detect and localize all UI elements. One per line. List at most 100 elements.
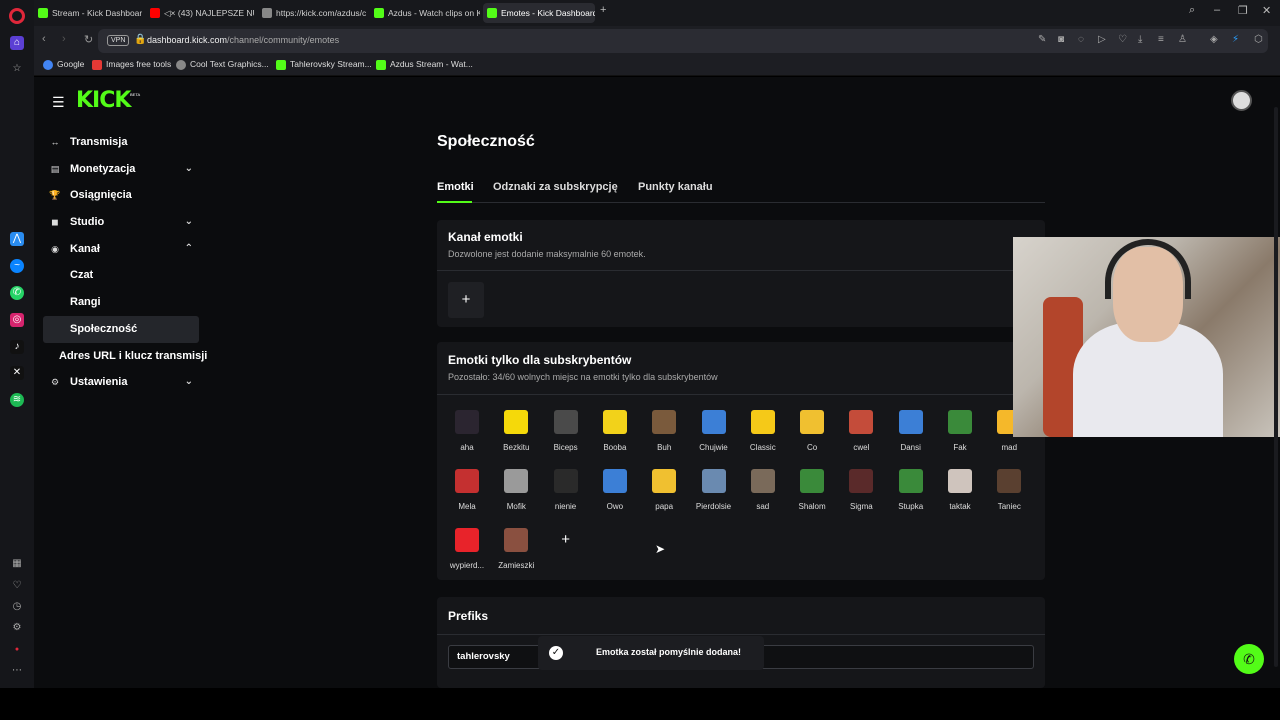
menu-icon[interactable]: ≡ (1158, 34, 1164, 45)
sidebar-item-spolecznosc[interactable]: Społeczność (43, 315, 199, 343)
vpn-badge[interactable]: VPN (107, 35, 130, 46)
emote-item[interactable]: papa (641, 469, 687, 521)
maximize-icon[interactable]: ❐ (1238, 4, 1248, 17)
tab-emotki[interactable]: Emotki (437, 181, 474, 193)
menu-icon[interactable]: ☰ (52, 94, 65, 111)
browser-tab-active[interactable]: Emotes - Kick Dashboard (483, 3, 595, 23)
download-icon[interactable]: ⤓ (1138, 34, 1142, 45)
scrollbar[interactable] (1274, 107, 1278, 667)
emote-label: wypierd... (449, 561, 485, 570)
opera-logo-icon[interactable] (9, 8, 25, 24)
sidebar-item-rangi[interactable]: Rangi (43, 289, 199, 316)
emote-item[interactable]: taktak (937, 469, 983, 521)
bookmark-item[interactable]: Tahlerovsky Stream... (276, 59, 372, 70)
play-icon[interactable]: ▷ (1098, 34, 1106, 45)
emote-item[interactable]: wypierd... (444, 528, 490, 580)
emote-item[interactable]: Sigma (838, 469, 884, 521)
emote-item[interactable]: Zamieszki (493, 528, 539, 580)
success-toast: ✓ Emotka został pomyślnie dodana! (538, 636, 764, 670)
sidebar-item-czat[interactable]: Czat (43, 262, 199, 289)
sidebar-item-transmisja[interactable]: ↔ Transmisja (43, 129, 199, 156)
heart-icon[interactable]: ♡ (10, 579, 24, 593)
tiktok-icon[interactable]: ♪ (10, 340, 24, 354)
sidebar-item-osiagniecia[interactable]: 🏆 Osiągnięcia (43, 182, 199, 209)
close-icon[interactable]: ✕ (1262, 4, 1271, 17)
edit-icon[interactable]: ✎ (1038, 34, 1046, 45)
grid-icon[interactable]: ▦ (10, 557, 24, 571)
emote-item[interactable]: Pierdolsie (691, 469, 737, 521)
url-text[interactable]: dashboard.kick.com/channel/community/emo… (147, 35, 339, 45)
emote-item[interactable]: Taniec (986, 469, 1032, 521)
back-icon[interactable]: ‹ (42, 33, 46, 45)
emote-item[interactable]: Owo (592, 469, 638, 521)
emote-item[interactable]: Booba (592, 410, 638, 462)
heart-icon[interactable]: ♡ (1118, 34, 1127, 45)
emote-image (948, 469, 972, 493)
headset (1105, 239, 1191, 299)
emote-item[interactable]: Classic (740, 410, 786, 462)
shield-icon[interactable]: ◌ (1078, 34, 1084, 45)
history-icon[interactable]: ◷ (10, 600, 24, 614)
sidebar-item-studio[interactable]: ◼ Studio ⌄ (43, 209, 199, 236)
new-tab-button[interactable]: + (600, 4, 606, 16)
x-icon[interactable]: ✕ (10, 366, 24, 380)
bookmark-item[interactable]: Cool Text Graphics... (176, 59, 269, 70)
minimize-icon[interactable]: – (1214, 4, 1220, 16)
instagram-icon[interactable]: ◎ (10, 313, 24, 327)
browser-tab[interactable]: Stream - Kick Dashboard (34, 3, 142, 23)
tab-odznaki[interactable]: Odznaki za subskrypcję (493, 181, 618, 193)
search-icon[interactable]: ⌕ (1189, 4, 1195, 17)
emote-item[interactable]: Chujwie (691, 410, 737, 462)
lock-icon[interactable]: 🔒 (134, 34, 146, 45)
browser-tab[interactable]: Azdus - Watch clips on Kic (370, 3, 480, 23)
extension-icon[interactable]: ⚡ (1232, 34, 1239, 45)
ublock-icon[interactable]: ● (10, 643, 24, 657)
emote-image (602, 469, 627, 493)
bookmark-item[interactable]: Google (43, 59, 84, 70)
emote-item[interactable]: Shalom (789, 469, 835, 521)
emote-item[interactable]: Co (789, 410, 835, 462)
sidebar-item-kanal[interactable]: ◉ Kanał ⌃ (43, 236, 199, 263)
emote-item[interactable]: Dansi (888, 410, 934, 462)
bookmark-item[interactable]: Azdus Stream - Wat... (376, 59, 473, 70)
settings-icon[interactable]: ⚙ (10, 621, 24, 635)
camera-icon[interactable]: ◙ (1058, 34, 1064, 45)
kick-logo[interactable]: KICK (76, 88, 131, 113)
whatsapp-icon[interactable]: ✆ (10, 286, 24, 300)
avatar[interactable] (1231, 90, 1252, 111)
add-sub-emote-button[interactable]: + (548, 522, 584, 558)
emote-item[interactable]: Bezkitu (493, 410, 539, 462)
emote-item[interactable]: cwel (838, 410, 884, 462)
puzzle-icon[interactable]: ⬡ (1254, 34, 1263, 45)
browser-tab[interactable]: https://kick.com/azdus/cli (258, 3, 366, 23)
more-icon[interactable]: ⋯ (10, 664, 24, 678)
address-bar[interactable]: VPN 🔒 dashboard.kick.com/channel/communi… (98, 29, 1268, 53)
browser-tab[interactable]: ◁× (43) NAJLEPSZE NUTKI (146, 3, 254, 23)
emote-item[interactable]: Buh (641, 410, 687, 462)
emote-item[interactable]: aha (444, 410, 490, 462)
emote-item[interactable]: Stupka (888, 469, 934, 521)
spotify-icon[interactable]: ≋ (10, 393, 24, 407)
home-icon[interactable]: ⌂ (10, 36, 24, 50)
emote-item[interactable]: nienie (543, 469, 589, 521)
reload-icon[interactable]: ↻ (84, 33, 93, 46)
messenger-icon[interactable]: ~ (10, 259, 24, 273)
sidebar-item-adres-url[interactable]: Adres URL i klucz transmisji (43, 343, 207, 370)
emote-item[interactable]: sad (740, 469, 786, 521)
support-chat-button[interactable]: ✆ (1234, 644, 1264, 674)
emote-item[interactable]: Mela (444, 469, 490, 521)
forward-icon[interactable]: › (62, 33, 66, 45)
sidebar-item-ustawienia[interactable]: ⚙ Ustawienia ⌄ (43, 369, 199, 396)
bookmark-item[interactable]: Images free tools (92, 59, 171, 70)
app-icon[interactable]: ⋀ (10, 232, 24, 246)
emote-label: taktak (949, 502, 971, 511)
extension-icon[interactable]: ◈ (1210, 34, 1218, 45)
tab-punkty-kanalu[interactable]: Punkty kanału (638, 181, 713, 193)
profile-icon[interactable]: ♙ (1178, 34, 1187, 45)
add-channel-emote-button[interactable]: + (448, 282, 484, 318)
sidebar-item-monetyzacja[interactable]: ▤ Monetyzacja ⌄ (43, 156, 199, 183)
star-icon[interactable]: ☆ (10, 62, 24, 76)
emote-item[interactable]: Biceps (543, 410, 589, 462)
emote-item[interactable]: Mofik (493, 469, 539, 521)
emote-item[interactable]: Fak (937, 410, 983, 462)
